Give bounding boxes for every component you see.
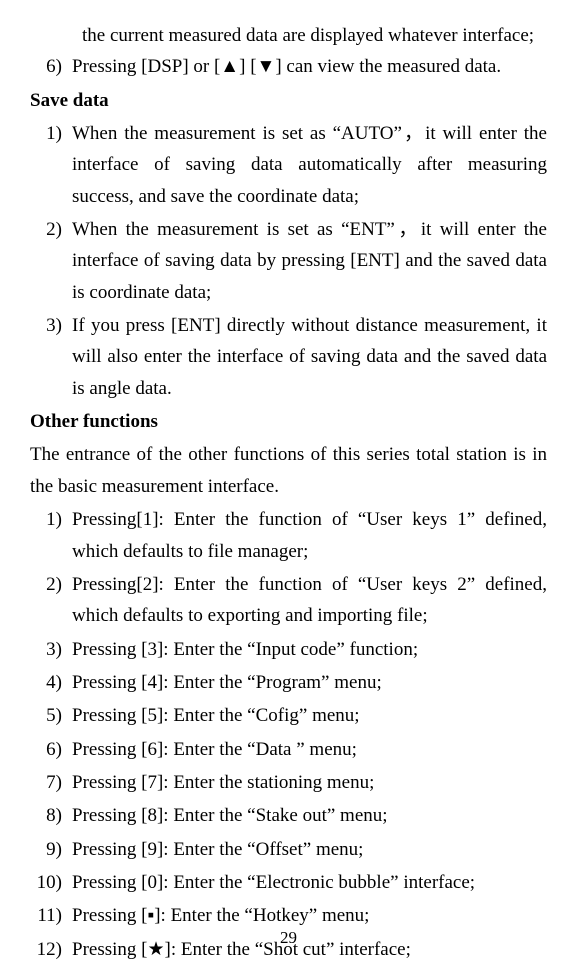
heading-other-functions: Other functions <box>30 406 547 437</box>
list-text: Pressing [3]: Enter the “Input code” fun… <box>72 634 547 665</box>
list-number: 9) <box>30 834 72 865</box>
list-item: 1) Pressing[1]: Enter the function of “U… <box>30 504 547 567</box>
list-item: 3) If you press [ENT] directly without d… <box>30 310 547 404</box>
list-number: 7) <box>30 767 72 798</box>
page-number: 29 <box>0 924 577 952</box>
list-text: Pressing [0]: Enter the “Electronic bubb… <box>72 867 547 898</box>
list-number: 2) <box>30 569 72 632</box>
list-number: 1) <box>30 118 72 212</box>
list-item: 9) Pressing [9]: Enter the “Offset” menu… <box>30 834 547 865</box>
list-text: Pressing [4]: Enter the “Program” menu; <box>72 667 547 698</box>
list-item: 6) Pressing [DSP] or [▲] [▼] can view th… <box>30 51 547 82</box>
list-item: 6) Pressing [6]: Enter the “Data ” menu; <box>30 734 547 765</box>
other-intro-text: The entrance of the other functions of t… <box>30 439 547 502</box>
list-number: 5) <box>30 700 72 731</box>
list-item: 8) Pressing [8]: Enter the “Stake out” m… <box>30 800 547 831</box>
list-item: 1) When the measurement is set as “AUTO”… <box>30 118 547 212</box>
list-number: 3) <box>30 634 72 665</box>
list-text: Pressing [9]: Enter the “Offset” menu; <box>72 834 547 865</box>
continuation-text: the current measured data are displayed … <box>30 20 547 51</box>
list-number: 4) <box>30 667 72 698</box>
document-content: the current measured data are displayed … <box>30 20 547 965</box>
list-item: 3) Pressing [3]: Enter the “Input code” … <box>30 634 547 665</box>
list-text: Pressing [5]: Enter the “Cofig” menu; <box>72 700 547 731</box>
list-item: 10) Pressing [0]: Enter the “Electronic … <box>30 867 547 898</box>
list-text: Pressing [7]: Enter the stationing menu; <box>72 767 547 798</box>
list-text: Pressing[1]: Enter the function of “User… <box>72 504 547 567</box>
list-text: When the measurement is set as “ENT”，it … <box>72 214 547 308</box>
list-number: 6) <box>30 51 72 82</box>
list-number: 6) <box>30 734 72 765</box>
list-item: 4) Pressing [4]: Enter the “Program” men… <box>30 667 547 698</box>
list-text: When the measurement is set as “AUTO”，it… <box>72 118 547 212</box>
list-text: Pressing [8]: Enter the “Stake out” menu… <box>72 800 547 831</box>
list-item: 2) When the measurement is set as “ENT”，… <box>30 214 547 308</box>
heading-save-data: Save data <box>30 85 547 116</box>
list-number: 1) <box>30 504 72 567</box>
list-number: 3) <box>30 310 72 404</box>
list-text: Pressing [6]: Enter the “Data ” menu; <box>72 734 547 765</box>
list-text: If you press [ENT] directly without dist… <box>72 310 547 404</box>
list-number: 2) <box>30 214 72 308</box>
list-text: Pressing [DSP] or [▲] [▼] can view the m… <box>72 51 547 82</box>
list-item: 2) Pressing[2]: Enter the function of “U… <box>30 569 547 632</box>
list-item: 7) Pressing [7]: Enter the stationing me… <box>30 767 547 798</box>
list-number: 8) <box>30 800 72 831</box>
list-number: 10) <box>30 867 72 898</box>
list-text: Pressing[2]: Enter the function of “User… <box>72 569 547 632</box>
list-item: 5) Pressing [5]: Enter the “Cofig” menu; <box>30 700 547 731</box>
